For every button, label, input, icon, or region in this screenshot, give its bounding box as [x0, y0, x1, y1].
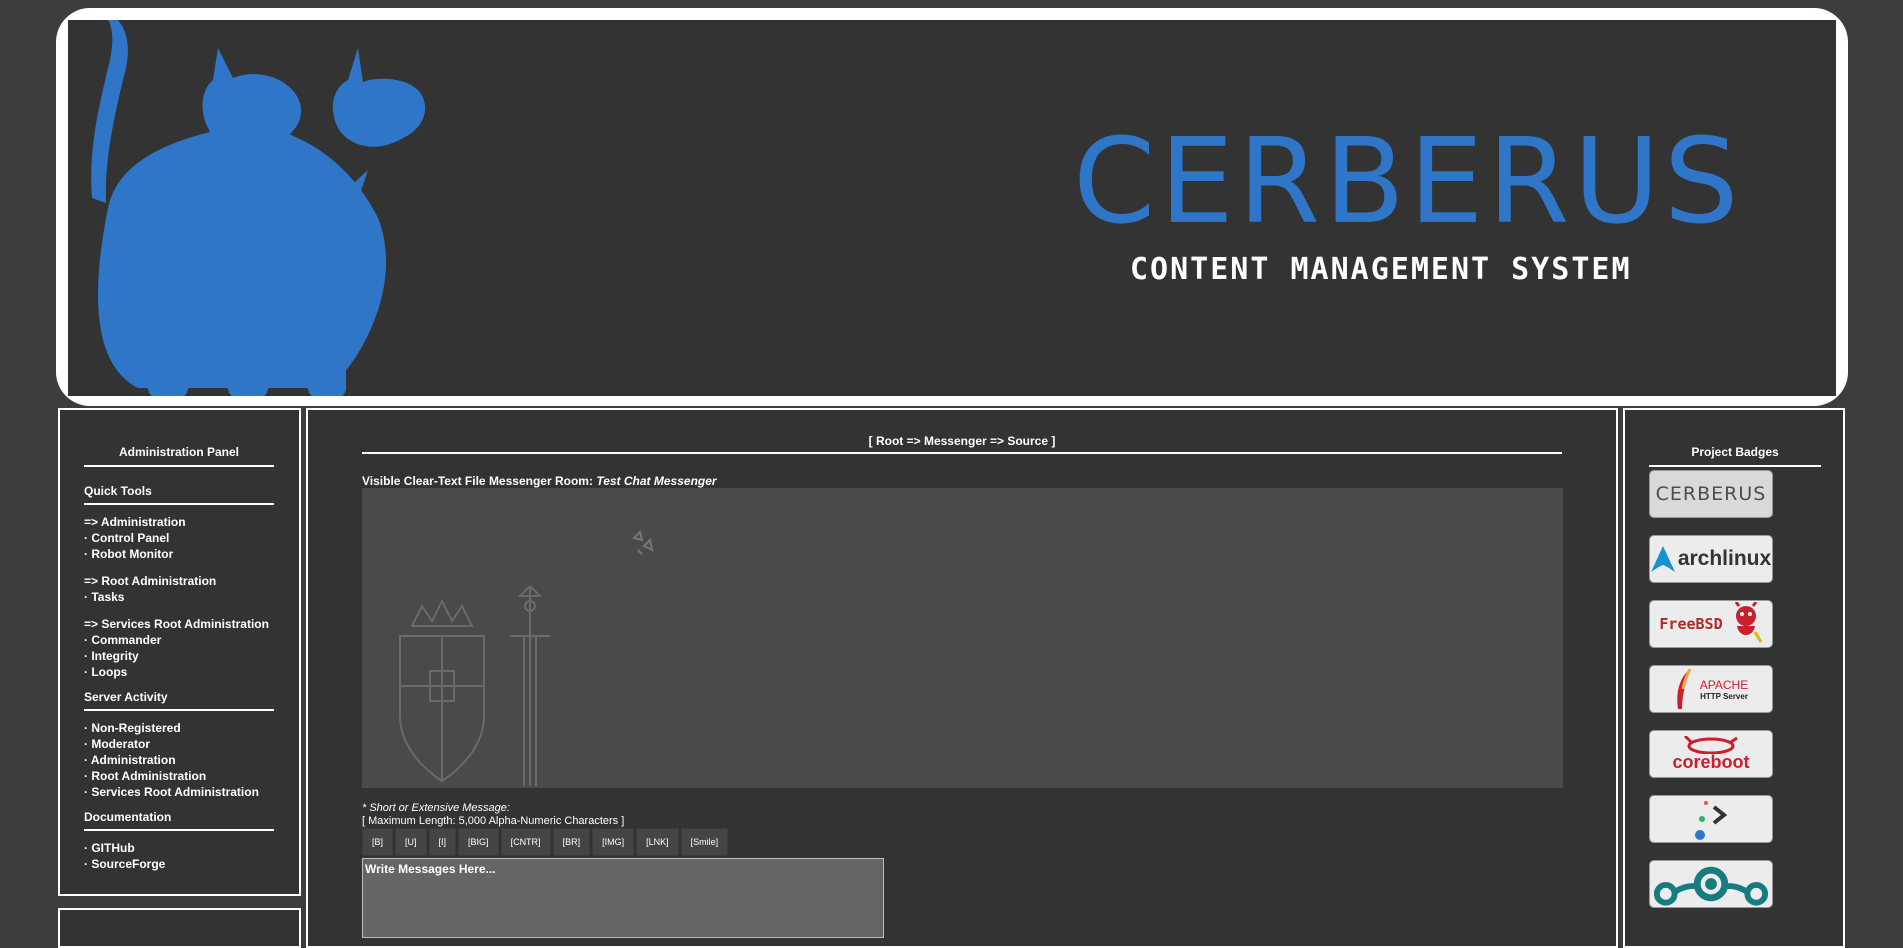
project-badges-panel: Project Badges CERBERUS archlinux FreeBS… — [1623, 408, 1845, 948]
nav-loops[interactable]: · Loops — [84, 664, 274, 680]
activity-root-administration[interactable]: · Root Administration — [84, 768, 274, 784]
italic-button[interactable]: [I] — [428, 828, 457, 856]
activity-services-root-administration[interactable]: · Services Root Administration — [84, 784, 274, 800]
cerberus-badge[interactable]: CERBERUS — [1649, 470, 1773, 518]
link-button[interactable]: [LNK] — [636, 828, 679, 856]
admin-nav: Quick Tools => Administration · Control … — [84, 484, 274, 872]
quick-tools-heading: Quick Tools — [84, 484, 274, 505]
coreboot-badge[interactable]: coreboot — [1649, 730, 1773, 778]
freebsd-badge[interactable]: FreeBSD — [1649, 600, 1773, 648]
nav-services-root-administration[interactable]: => Services Root Administration — [84, 616, 274, 632]
max-length-label: [ Maximum Length: 5,000 Alpha-Numeric Ch… — [362, 815, 625, 827]
bird-watermark-icon — [632, 530, 654, 555]
apache-feather-icon — [1677, 669, 1692, 709]
brand-subtitle: CONTENT MANAGEMENT SYSTEM — [1130, 252, 1632, 287]
coat-of-arms-watermark-icon — [399, 586, 550, 786]
nav-tasks[interactable]: · Tasks — [84, 589, 274, 605]
nav-integrity[interactable]: · Integrity — [84, 648, 274, 664]
activity-administration[interactable]: · Administration — [84, 752, 274, 768]
terminal-badge[interactable] — [1649, 795, 1773, 843]
lineageos-logo-icon — [1653, 866, 1769, 906]
beastie-daemon-icon — [1734, 602, 1762, 643]
server-activity-heading: Server Activity — [84, 690, 274, 711]
message-display-area[interactable] — [362, 488, 1563, 788]
activity-non-registered[interactable]: · Non-Registered — [84, 720, 274, 736]
panel-title: Administration Panel — [84, 445, 274, 467]
room-name: Test Chat Messenger — [596, 474, 717, 488]
message-input[interactable] — [362, 858, 884, 938]
activity-moderator[interactable]: · Moderator — [84, 736, 274, 752]
doc-github-link[interactable]: · GITHub — [84, 840, 274, 856]
underline-button[interactable]: [U] — [395, 828, 427, 856]
smile-button[interactable]: [Smile] — [680, 828, 729, 856]
lineage-badge[interactable] — [1649, 860, 1773, 908]
big-button[interactable]: [BIG] — [458, 828, 499, 856]
apache-badge-subtext: HTTP Server — [1700, 691, 1748, 701]
cerberus-badge-text: CERBERUS — [1655, 483, 1767, 505]
center-button[interactable]: [CNTR] — [500, 828, 551, 856]
site-banner: CERBERUS CONTENT MANAGEMENT SYSTEM — [56, 8, 1848, 406]
archlinux-badge-text: archlinux — [1677, 547, 1772, 570]
nav-administration[interactable]: => Administration — [84, 514, 274, 530]
main-content: [ Root => Messenger => Source ] Visible … — [306, 408, 1618, 948]
apache-badge-text: APACHE — [1699, 677, 1749, 692]
administration-panel: Administration Panel Quick Tools => Admi… — [58, 408, 301, 896]
badges-title: Project Badges — [1649, 445, 1821, 467]
bold-button[interactable]: [B] — [362, 828, 394, 856]
message-label: * Short or Extensive Message: — [362, 802, 510, 814]
cerberus-mascot-icon — [91, 20, 426, 396]
nav-robot-monitor[interactable]: · Robot Monitor — [84, 546, 274, 562]
secondary-left-panel — [58, 908, 301, 948]
documentation-heading: Documentation — [84, 810, 274, 831]
freebsd-badge-text: FreeBSD — [1659, 615, 1723, 633]
breadcrumb: [ Root => Messenger => Source ] — [362, 434, 1562, 454]
apache-badge[interactable]: APACHE HTTP Server — [1649, 665, 1773, 713]
banner-inner: CERBERUS CONTENT MANAGEMENT SYSTEM — [68, 20, 1836, 396]
nav-root-administration[interactable]: => Root Administration — [84, 573, 274, 589]
image-button[interactable]: [IMG] — [592, 828, 635, 856]
line-break-button[interactable]: [BR] — [552, 828, 591, 856]
apache-badge-textblock: APACHE HTTP Server — [1700, 678, 1748, 701]
arch-logo-icon — [1650, 546, 1675, 572]
badge-list: CERBERUS archlinux FreeBSD APACHE HTTP S… — [1649, 470, 1773, 925]
room-line: Visible Clear-Text File Messenger Room: … — [362, 474, 717, 488]
archlinux-badge[interactable]: archlinux — [1649, 535, 1773, 583]
format-toolbar: [B] [U] [I] [BIG] [CNTR] [BR] [IMG] [LNK… — [362, 828, 729, 856]
coreboot-badge-text: coreboot — [1672, 751, 1750, 772]
terminal-prompt-icon — [1695, 801, 1728, 840]
room-label: Visible Clear-Text File Messenger Room: — [362, 474, 593, 488]
nav-commander[interactable]: · Commander — [84, 632, 274, 648]
nav-control-panel[interactable]: · Control Panel — [84, 530, 274, 546]
brand-title: CERBERUS — [1073, 112, 1743, 250]
doc-sourceforge-link[interactable]: · SourceForge — [84, 856, 274, 872]
